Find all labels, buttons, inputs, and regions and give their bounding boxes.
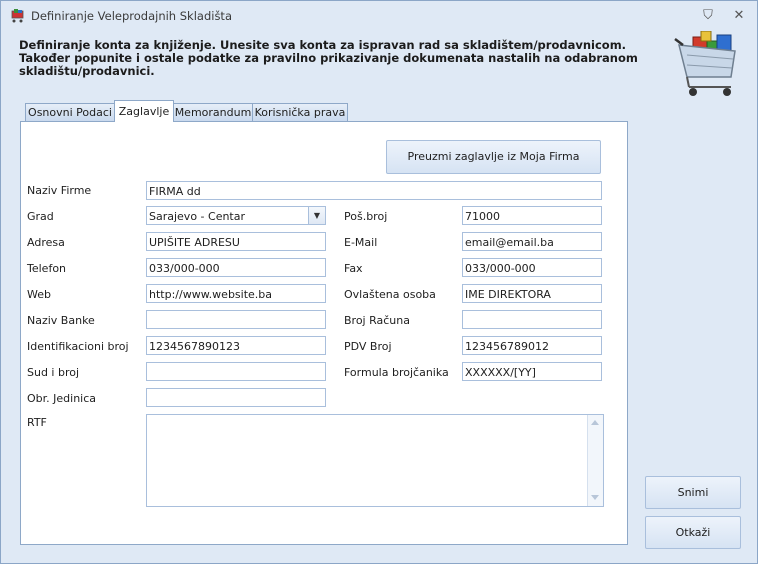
- adresa-input[interactable]: UPIŠITE ADRESU: [146, 232, 326, 251]
- web-input[interactable]: http://www.website.ba: [146, 284, 326, 303]
- pos-broj-label: Poš.broj: [344, 210, 388, 223]
- email-label: E-Mail: [344, 236, 378, 249]
- fetch-header-button[interactable]: Preuzmi zaglavlje iz Moja Firma: [386, 140, 601, 174]
- pdv-broj-input[interactable]: 123456789012: [462, 336, 602, 355]
- ovlastena-osoba-label: Ovlaštena osoba: [344, 288, 436, 301]
- scroll-down-icon[interactable]: [591, 495, 599, 500]
- tab-osnovni-podaci[interactable]: Osnovni Podaci: [25, 103, 115, 121]
- pdv-broj-label: PDV Broj: [344, 340, 392, 353]
- title-bar: Definiranje Veleprodajnih Skladišta ⛉ ✕: [1, 1, 757, 31]
- save-button[interactable]: Snimi: [645, 476, 741, 509]
- id-broj-label: Identifikacioni broj: [27, 340, 129, 353]
- grad-value: Sarajevo - Centar: [149, 210, 246, 223]
- tab-panel: Preuzmi zaglavlje iz Moja Firma Naziv Fi…: [20, 121, 628, 545]
- broj-racuna-label: Broj Računa: [344, 314, 410, 327]
- sud-label: Sud i broj: [27, 366, 80, 379]
- naziv-firme-label: Naziv Firme: [27, 184, 92, 197]
- cancel-button[interactable]: Otkaži: [645, 516, 741, 549]
- tab-zaglavlje[interactable]: Zaglavlje: [114, 100, 174, 122]
- fax-input[interactable]: 033/000-000: [462, 258, 602, 277]
- email-input[interactable]: email@email.ba: [462, 232, 602, 251]
- chevron-down-icon[interactable]: ▼: [308, 207, 325, 224]
- obr-jedinica-input[interactable]: [146, 388, 326, 407]
- grad-label: Grad: [27, 210, 54, 223]
- pos-broj-input[interactable]: 71000: [462, 206, 602, 225]
- scroll-up-icon[interactable]: [591, 420, 599, 425]
- tab-korisnicka-prava[interactable]: Korisnička prava: [252, 103, 348, 121]
- broj-racuna-input[interactable]: [462, 310, 602, 329]
- naziv-firme-input[interactable]: FIRMA dd: [146, 181, 602, 200]
- web-label: Web: [27, 288, 51, 301]
- shopping-cart-icon: [674, 31, 736, 96]
- ovlastena-osoba-input[interactable]: IME DIREKTORA: [462, 284, 602, 303]
- naziv-banke-label: Naziv Banke: [27, 314, 95, 327]
- naziv-banke-input[interactable]: [146, 310, 326, 329]
- rtf-editor[interactable]: [146, 414, 604, 507]
- close-icon[interactable]: ✕: [730, 7, 748, 25]
- telefon-input[interactable]: 033/000-000: [146, 258, 326, 277]
- formula-input[interactable]: XXXXXX/[YY]: [462, 362, 602, 381]
- sud-input[interactable]: [146, 362, 326, 381]
- telefon-label: Telefon: [27, 262, 67, 275]
- adresa-label: Adresa: [27, 236, 65, 249]
- id-broj-input[interactable]: 1234567890123: [146, 336, 326, 355]
- cart-app-icon: [11, 9, 24, 23]
- fax-label: Fax: [344, 262, 363, 275]
- obr-jedinica-label: Obr. Jedinica: [27, 392, 97, 405]
- dialog-window: Definiranje Veleprodajnih Skladišta ⛉ ✕ …: [0, 0, 758, 564]
- rtf-scrollbar[interactable]: [587, 415, 603, 506]
- header-line: skladištu/prodavnici.: [19, 64, 155, 78]
- rtf-label: RTF: [27, 416, 47, 429]
- window-title: Definiranje Veleprodajnih Skladišta: [31, 9, 232, 23]
- pin-icon[interactable]: ⛉: [699, 7, 717, 25]
- grad-combo[interactable]: Sarajevo - Centar ▼: [146, 206, 326, 225]
- formula-label: Formula brojčanika: [344, 366, 449, 379]
- tab-memorandum[interactable]: Memorandum: [173, 103, 253, 121]
- header-description: Definiranje konta za knjiženje. Unesite …: [19, 39, 638, 78]
